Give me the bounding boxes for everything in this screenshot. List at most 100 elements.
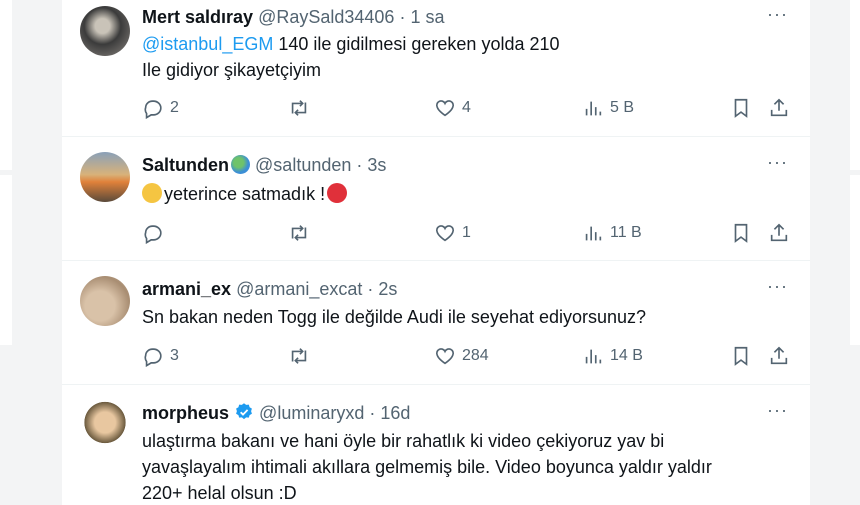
tweet-text: @istanbul_EGM 140 ile gidilmesi gereken … [142,31,782,83]
retweet-icon [291,348,307,364]
share-button[interactable] [768,345,790,367]
retweet-button[interactable] [288,97,316,119]
heart-icon [435,225,455,242]
verified-badge-icon [236,403,252,420]
view-count: 5 B [610,99,635,116]
bookmark-icon [734,346,748,366]
views-icon [585,226,602,241]
bookmark-button[interactable] [730,97,752,119]
tweet-actions: 3 284 14 B [142,345,792,369]
background-strip [850,0,860,170]
like-button[interactable]: 1 [434,222,471,244]
globe-emoji-icon [231,155,251,174]
heart-icon [435,100,455,117]
left-background [0,0,62,505]
worried-face-emoji-icon [142,183,162,203]
bookmark-icon [734,223,748,243]
text-line: ulaştırma bakanı ve hani öyle bir rahatl… [142,431,665,451]
text-line: 220+ helal olsun :D [142,483,297,503]
like-count: 4 [462,99,471,116]
author-handle[interactable]: @saltunden [255,155,351,175]
avatar[interactable] [80,6,130,56]
views-button[interactable]: 11 B [582,222,642,244]
bookmark-button[interactable] [730,222,752,244]
reply-count: 3 [170,347,179,364]
author-name[interactable]: armani_ex [142,279,231,299]
author-handle[interactable]: @armani_excat [236,279,362,299]
author-name[interactable]: Mert saldıray [142,7,253,27]
timestamp[interactable]: 3s [367,155,386,175]
tweet-text: yeterince satmadık ! [142,181,782,207]
mention-link[interactable]: @istanbul_EGM [142,34,273,54]
view-count: 11 B [610,224,642,241]
text-line: 140 ile gidilmesi gereken yolda 210 [273,34,560,54]
more-options-icon[interactable]: ··· [767,276,788,297]
reply-count: 2 [170,99,179,116]
reply-icon [144,225,162,244]
share-button[interactable] [768,222,790,244]
separator: · [394,7,411,27]
more-options-icon[interactable]: ··· [767,4,788,25]
reply-icon [144,100,162,119]
tweet-header: morpheus @luminaryxd · 16d [142,402,410,424]
view-count: 14 B [610,347,643,364]
heart-icon [435,348,455,365]
tweet[interactable]: morpheus @luminaryxd · 16d ··· ulaştırma… [62,386,810,505]
avatar[interactable] [80,400,130,450]
timestamp[interactable]: 2s [378,279,397,299]
retweet-icon [291,225,307,241]
author-name[interactable]: morpheus [142,403,229,423]
author-handle[interactable]: @RaySald34406 [258,7,394,27]
background-strip [0,175,12,345]
author-handle[interactable]: @luminaryxd [259,403,364,423]
tweet[interactable]: armani_ex @armani_excat · 2s ··· Sn baka… [62,262,810,385]
separator: · [364,403,381,423]
right-background [810,0,860,505]
views-icon [585,101,602,116]
timestamp[interactable]: 1 sa [410,7,444,27]
retweet-button[interactable] [288,222,316,244]
text-line: Ile gidiyor şikayetçiyim [142,60,322,80]
views-button[interactable]: 14 B [582,345,643,367]
views-icon [585,349,602,364]
like-button[interactable]: 4 [434,97,471,119]
text-line: Sn bakan neden Togg ile değilde Audi ile… [142,307,647,327]
tweet-actions: 1 11 B [142,222,792,246]
share-icon [770,346,788,365]
like-count: 284 [462,347,489,364]
reply-feed: Mert saldıray @RaySald34406 · 1 sa ··· @… [62,0,810,505]
text-line: yavaşlayalım ihtimali akıllara gelmemiş … [142,457,712,477]
bookmark-icon [734,98,748,118]
reply-button[interactable]: 3 [142,345,179,367]
like-button[interactable]: 284 [434,345,489,367]
author-name[interactable]: Saltunden [142,155,229,175]
reply-icon [144,348,162,367]
views-button[interactable]: 5 B [582,97,634,119]
angry-face-emoji-icon [327,183,348,203]
tweet-header: armani_ex @armani_excat · 2s [142,278,397,300]
background-strip [850,175,860,345]
tweet[interactable]: Mert saldıray @RaySald34406 · 1 sa ··· @… [62,0,810,137]
more-options-icon[interactable]: ··· [767,400,788,421]
tweet-header: Mert saldıray @RaySald34406 · 1 sa [142,6,444,28]
bookmark-button[interactable] [730,345,752,367]
share-icon [770,223,788,242]
tweet-text: Sn bakan neden Togg ile değilde Audi ile… [142,304,782,330]
tweet[interactable]: Saltunden @saltunden · 3s ··· yeterince … [62,138,810,261]
reply-button[interactable] [142,222,170,244]
retweet-button[interactable] [288,345,316,367]
more-options-icon[interactable]: ··· [767,152,788,173]
separator: · [351,155,368,175]
share-button[interactable] [768,97,790,119]
share-icon [770,98,788,117]
separator: · [362,279,379,299]
tweet-actions: 2 4 5 B [142,97,792,121]
reply-button[interactable]: 2 [142,97,179,119]
text-line: yeterince satmadık ! [164,184,326,204]
timestamp[interactable]: 16d [380,403,410,423]
avatar[interactable] [80,152,130,202]
tweet-text: ulaştırma bakanı ve hani öyle bir rahatl… [142,428,782,505]
retweet-icon [291,100,307,116]
like-count: 1 [462,224,471,241]
avatar[interactable] [80,276,130,326]
